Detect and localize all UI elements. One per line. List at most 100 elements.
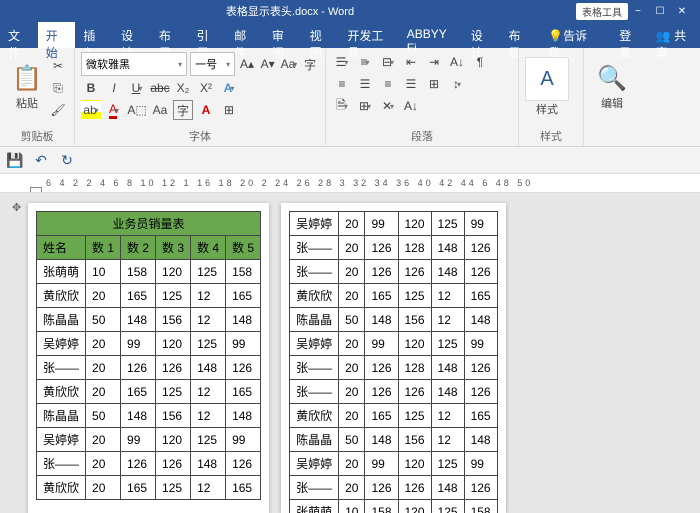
table-cell[interactable]: 125 xyxy=(191,260,226,284)
table-row[interactable]: 张——20126128148126 xyxy=(290,236,498,260)
table-cell[interactable]: 120 xyxy=(398,212,431,236)
table-cell[interactable]: 165 xyxy=(464,284,497,308)
table-cell[interactable]: 99 xyxy=(464,452,497,476)
font-name-combo[interactable]: 微软雅黑▾ xyxy=(81,52,187,76)
table-cell[interactable]: 128 xyxy=(398,356,431,380)
table-cell[interactable]: 125 xyxy=(191,428,226,452)
table-cell[interactable]: 10 xyxy=(339,500,365,513)
table-cell[interactable]: 张—— xyxy=(290,380,339,404)
grow-font-button[interactable]: A▴ xyxy=(238,54,256,74)
table-cell[interactable]: 165 xyxy=(365,284,398,308)
increase-indent-button[interactable]: ⇥ xyxy=(424,52,444,72)
table-cell[interactable]: 张—— xyxy=(37,452,86,476)
table-cell[interactable]: 陈晶晶 xyxy=(290,308,339,332)
tab-file[interactable]: 文件 xyxy=(0,22,38,48)
table-row[interactable]: 黄欣欣2016512512165 xyxy=(37,284,261,308)
table-cell[interactable]: 120 xyxy=(398,332,431,356)
copy-button[interactable]: ⎘ xyxy=(48,78,68,98)
table-cell[interactable]: 126 xyxy=(464,380,497,404)
table-cell[interactable]: 20 xyxy=(339,284,365,308)
table-cell[interactable]: 吴婷婷 xyxy=(290,212,339,236)
superscript-button[interactable]: X² xyxy=(196,78,216,98)
table-row[interactable]: 吴婷婷209912012599 xyxy=(290,452,498,476)
table-row[interactable]: 张——20126126148126 xyxy=(37,452,261,476)
highlight-button[interactable]: ab▾ xyxy=(81,100,101,120)
subscript-button[interactable]: X₂ xyxy=(173,78,193,98)
table-cell[interactable]: 张—— xyxy=(290,356,339,380)
table-cell[interactable]: 张—— xyxy=(290,260,339,284)
table-row[interactable]: 黄欣欣2016512512165 xyxy=(290,284,498,308)
table-cell[interactable]: 张萌萌 xyxy=(37,260,86,284)
shrink-font-button[interactable]: A▾ xyxy=(259,54,277,74)
tab-table-layout[interactable]: 布局 xyxy=(500,22,538,48)
tab-references[interactable]: 引用 xyxy=(189,22,227,48)
sort-az-button[interactable]: A↓ xyxy=(401,96,421,116)
close-button[interactable]: ✕ xyxy=(672,3,692,19)
table-cell[interactable]: 148 xyxy=(431,236,464,260)
table-cell[interactable]: 148 xyxy=(191,452,226,476)
table-cell[interactable]: 125 xyxy=(398,284,431,308)
char-shading-button[interactable]: A⬚ xyxy=(127,100,147,120)
table-row[interactable]: 张——20126126148126 xyxy=(37,356,261,380)
table-cell[interactable]: 12 xyxy=(191,476,226,500)
tab-insert[interactable]: 插入 xyxy=(75,22,113,48)
table-cell[interactable]: 126 xyxy=(365,356,398,380)
table-cell[interactable]: 165 xyxy=(121,284,156,308)
table-cell[interactable]: 148 xyxy=(121,308,156,332)
table-cell[interactable]: 20 xyxy=(86,284,121,308)
horizontal-ruler[interactable]: 6 4 2 2 4 6 8 10 12 1 16 18 20 2 24 26 2… xyxy=(0,174,700,193)
tell-me[interactable]: 💡告诉我... xyxy=(540,22,611,48)
table-cell[interactable]: 126 xyxy=(464,260,497,284)
table-row[interactable]: 陈晶晶5014815612148 xyxy=(290,428,498,452)
table-cell[interactable]: 20 xyxy=(86,428,121,452)
table-cell[interactable]: 99 xyxy=(226,332,261,356)
align-center-button[interactable]: ☰ xyxy=(355,74,375,94)
document-area[interactable]: ✥ 业务员销量表 姓名数 1数 2数 3数 4数 5张萌萌10158120125… xyxy=(0,193,700,513)
table-cell[interactable]: 99 xyxy=(365,452,398,476)
table-cell[interactable]: 99 xyxy=(121,428,156,452)
table-cell[interactable]: 50 xyxy=(86,404,121,428)
table-cell[interactable]: 126 xyxy=(365,260,398,284)
table-cell[interactable]: 126 xyxy=(464,476,497,500)
table-cell[interactable]: 张—— xyxy=(290,476,339,500)
table-cell[interactable]: 20 xyxy=(339,380,365,404)
table-cell[interactable]: 125 xyxy=(431,452,464,476)
table-cell[interactable]: 165 xyxy=(226,284,261,308)
table-cell[interactable]: 125 xyxy=(156,284,191,308)
tab-table-design[interactable]: 设计 xyxy=(463,22,501,48)
table-cell[interactable]: 148 xyxy=(431,476,464,500)
tab-home[interactable]: 开始 xyxy=(38,22,76,48)
table-cell[interactable]: 吴婷婷 xyxy=(290,332,339,356)
table-cell[interactable]: 165 xyxy=(121,476,156,500)
table-cell[interactable]: 20 xyxy=(339,476,365,500)
table-cell[interactable]: 165 xyxy=(226,476,261,500)
show-marks-button[interactable]: ¶ xyxy=(470,52,490,72)
table-row[interactable]: 黄欣欣2016512512165 xyxy=(37,476,261,500)
table-row[interactable]: 陈晶晶5014815612148 xyxy=(37,404,261,428)
table-cell[interactable]: 125 xyxy=(431,212,464,236)
table-cell[interactable]: 125 xyxy=(431,332,464,356)
tab-layout[interactable]: 布局 xyxy=(151,22,189,48)
table-cell[interactable]: 120 xyxy=(398,452,431,476)
table-cell[interactable]: 120 xyxy=(398,500,431,513)
table-cell[interactable]: 20 xyxy=(339,212,365,236)
paste-button[interactable]: 📋 粘贴 xyxy=(6,52,48,122)
table-cell[interactable]: 165 xyxy=(226,380,261,404)
table-cell[interactable]: 126 xyxy=(156,356,191,380)
table-cell[interactable]: 165 xyxy=(121,380,156,404)
save-button[interactable]: 💾 xyxy=(6,151,24,169)
clear-format-button[interactable]: A xyxy=(196,100,216,120)
table-cell[interactable]: 126 xyxy=(121,356,156,380)
align-left-button[interactable]: ≡ xyxy=(332,74,352,94)
shading-button[interactable]: 🗎▾ xyxy=(332,96,352,116)
table-cell[interactable]: 吴婷婷 xyxy=(290,452,339,476)
table-cell[interactable]: 99 xyxy=(464,212,497,236)
sales-table-2[interactable]: 吴婷婷209912012599张——20126128148126张——20126… xyxy=(289,211,498,513)
table-cell[interactable]: 12 xyxy=(431,308,464,332)
table-cell[interactable]: 148 xyxy=(226,308,261,332)
table-row[interactable]: 吴婷婷209912012599 xyxy=(290,332,498,356)
change-case-button[interactable]: Aa▾ xyxy=(280,54,299,74)
table-cell[interactable]: 126 xyxy=(398,260,431,284)
decrease-indent-button[interactable]: ⇤ xyxy=(401,52,421,72)
table-cell[interactable]: 125 xyxy=(398,404,431,428)
